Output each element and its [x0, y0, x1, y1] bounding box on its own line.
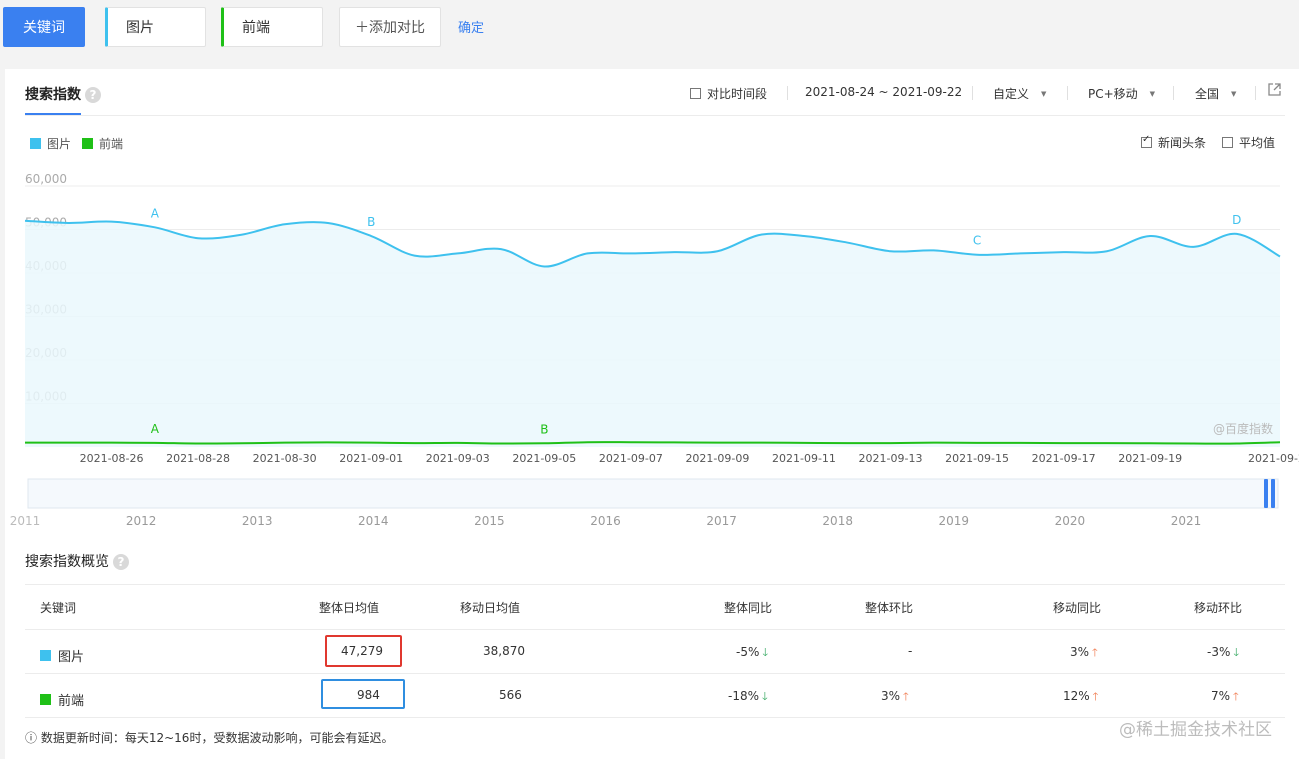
overall-yoy-value: -18% 🡓	[728, 689, 768, 703]
x-tick-label: 2021-09-22	[1248, 452, 1299, 465]
keyword-input-1[interactable]: 图片	[105, 7, 206, 47]
range-handle	[1271, 479, 1275, 508]
page-watermark: @稀土掘金技术社区	[1119, 720, 1272, 740]
annotation-A: A	[151, 422, 160, 436]
arrow-down-icon: 🡓	[762, 646, 769, 659]
x-tick-label: 2021-09-19	[1118, 452, 1182, 465]
col-header-mobile-mom: 移动环比	[1194, 601, 1243, 615]
mobile-mom-value: -3% 🡓	[1207, 645, 1240, 659]
y-tick-label: 60,000	[25, 172, 67, 186]
table-divider	[25, 673, 1285, 674]
search-index-chart: 10,00020,00030,00040,00050,00060,000ABCD…	[10, 172, 1299, 528]
x-tick-label: 2021-08-30	[253, 452, 317, 465]
annotation-C: C	[973, 234, 981, 248]
navigator-year-label: 2019	[939, 514, 970, 528]
navigator-year-label: 2014	[358, 514, 389, 528]
series-swatch	[40, 694, 51, 705]
keyword-bar: 关键词 图片 前端 ＋添加对比 确定	[0, 0, 1299, 68]
annotation-A: A	[151, 206, 160, 220]
range-handle	[1264, 479, 1268, 508]
row-keyword: 前端	[58, 694, 85, 709]
arrow-down-icon: 🡓	[762, 690, 768, 703]
navigator-year-label: 2020	[1055, 514, 1086, 528]
confirm-button[interactable]: 确定	[458, 16, 484, 36]
table-row-name: 前端	[40, 690, 84, 709]
overall-avg-value: 47,279	[341, 644, 383, 658]
table-divider	[25, 717, 1285, 718]
annotation-D: D	[1232, 213, 1241, 227]
x-tick-label: 2021-09-03	[426, 452, 490, 465]
x-tick-label: 2021-09-07	[599, 452, 663, 465]
mobile-avg-value: 38,870	[483, 644, 525, 658]
x-tick-label: 2021-09-05	[512, 452, 576, 465]
x-tick-label: 2021-09-13	[859, 452, 923, 465]
table-row-name: 图片	[40, 646, 84, 665]
overall-yoy-value: -5% 🡓	[736, 645, 769, 659]
range-navigator	[27, 478, 1279, 509]
add-compare-button[interactable]: ＋添加对比	[339, 7, 441, 47]
col-header-mobile-avg: 移动日均值	[460, 601, 521, 615]
table-divider	[25, 629, 1285, 630]
col-header-overall-yoy: 整体同比	[724, 601, 773, 615]
x-tick-label: 2021-09-09	[685, 452, 749, 465]
navigator-year-label: 2015	[474, 514, 505, 528]
navigator-year-label: 2011	[10, 514, 41, 528]
series-area-图片	[25, 220, 1280, 447]
help-icon[interactable]: ?	[113, 554, 129, 570]
col-header-overall-avg: 整体日均值	[319, 601, 380, 615]
overall-avg-value: 984	[357, 688, 380, 702]
overall-mom-value: -	[908, 644, 913, 658]
overview-title: 搜索指数概览?	[25, 551, 129, 571]
main-panel: 搜索指数? 对比时间段 2021-08-24 ~ 2021-09-22 自定义 ▼…	[5, 69, 1299, 759]
keyword-input-2[interactable]: 前端	[221, 7, 323, 47]
info-icon: ⓘ	[25, 731, 38, 745]
x-tick-label: 2021-09-15	[945, 452, 1009, 465]
arrow-up-icon: 🡑	[1092, 646, 1098, 659]
x-tick-label: 2021-08-26	[80, 452, 144, 465]
navigator-year-label: 2012	[126, 514, 157, 528]
table-divider	[25, 584, 1285, 585]
chart-watermark: @百度指数	[1213, 421, 1273, 436]
footnote-text: 数据更新时间：每天12~16时，受数据波动影响，可能会有延迟。	[40, 731, 394, 745]
overview-title-text: 搜索指数概览	[25, 554, 109, 570]
arrow-down-icon: 🡓	[1233, 646, 1240, 659]
mobile-avg-value: 566	[499, 688, 522, 702]
row-keyword: 图片	[58, 650, 85, 665]
footnote: ⓘ 数据更新时间：每天12~16时，受数据波动影响，可能会有延迟。	[25, 729, 393, 746]
overall-mom-value: 3% 🡑	[881, 689, 909, 703]
annotation-B: B	[540, 422, 548, 436]
arrow-up-icon: 🡑	[1233, 690, 1239, 703]
mobile-mom-value: 7% 🡑	[1211, 689, 1239, 703]
x-tick-label: 2021-09-17	[1032, 452, 1096, 465]
navigator-year-label: 2021	[1171, 514, 1202, 528]
arrow-up-icon: 🡑	[1092, 690, 1099, 703]
navigator-year-label: 2018	[822, 514, 853, 528]
navigator-year-label: 2017	[706, 514, 737, 528]
x-tick-label: 2021-09-01	[339, 452, 403, 465]
navigator-year-label: 2013	[242, 514, 273, 528]
col-header-mobile-yoy: 移动同比	[1053, 601, 1102, 615]
annotation-B: B	[367, 215, 375, 229]
x-tick-label: 2021-08-28	[166, 452, 230, 465]
col-header-keyword: 关键词	[40, 601, 77, 615]
arrow-up-icon: 🡑	[903, 690, 909, 703]
series-swatch	[40, 650, 51, 661]
keyword-tab-button[interactable]: 关键词	[3, 7, 85, 47]
navigator-year-label: 2016	[590, 514, 621, 528]
mobile-yoy-value: 3% 🡑	[1070, 645, 1098, 659]
x-tick-label: 2021-09-11	[772, 452, 836, 465]
mobile-yoy-value: 12% 🡑	[1063, 689, 1099, 703]
col-header-overall-mom: 整体环比	[865, 601, 914, 615]
